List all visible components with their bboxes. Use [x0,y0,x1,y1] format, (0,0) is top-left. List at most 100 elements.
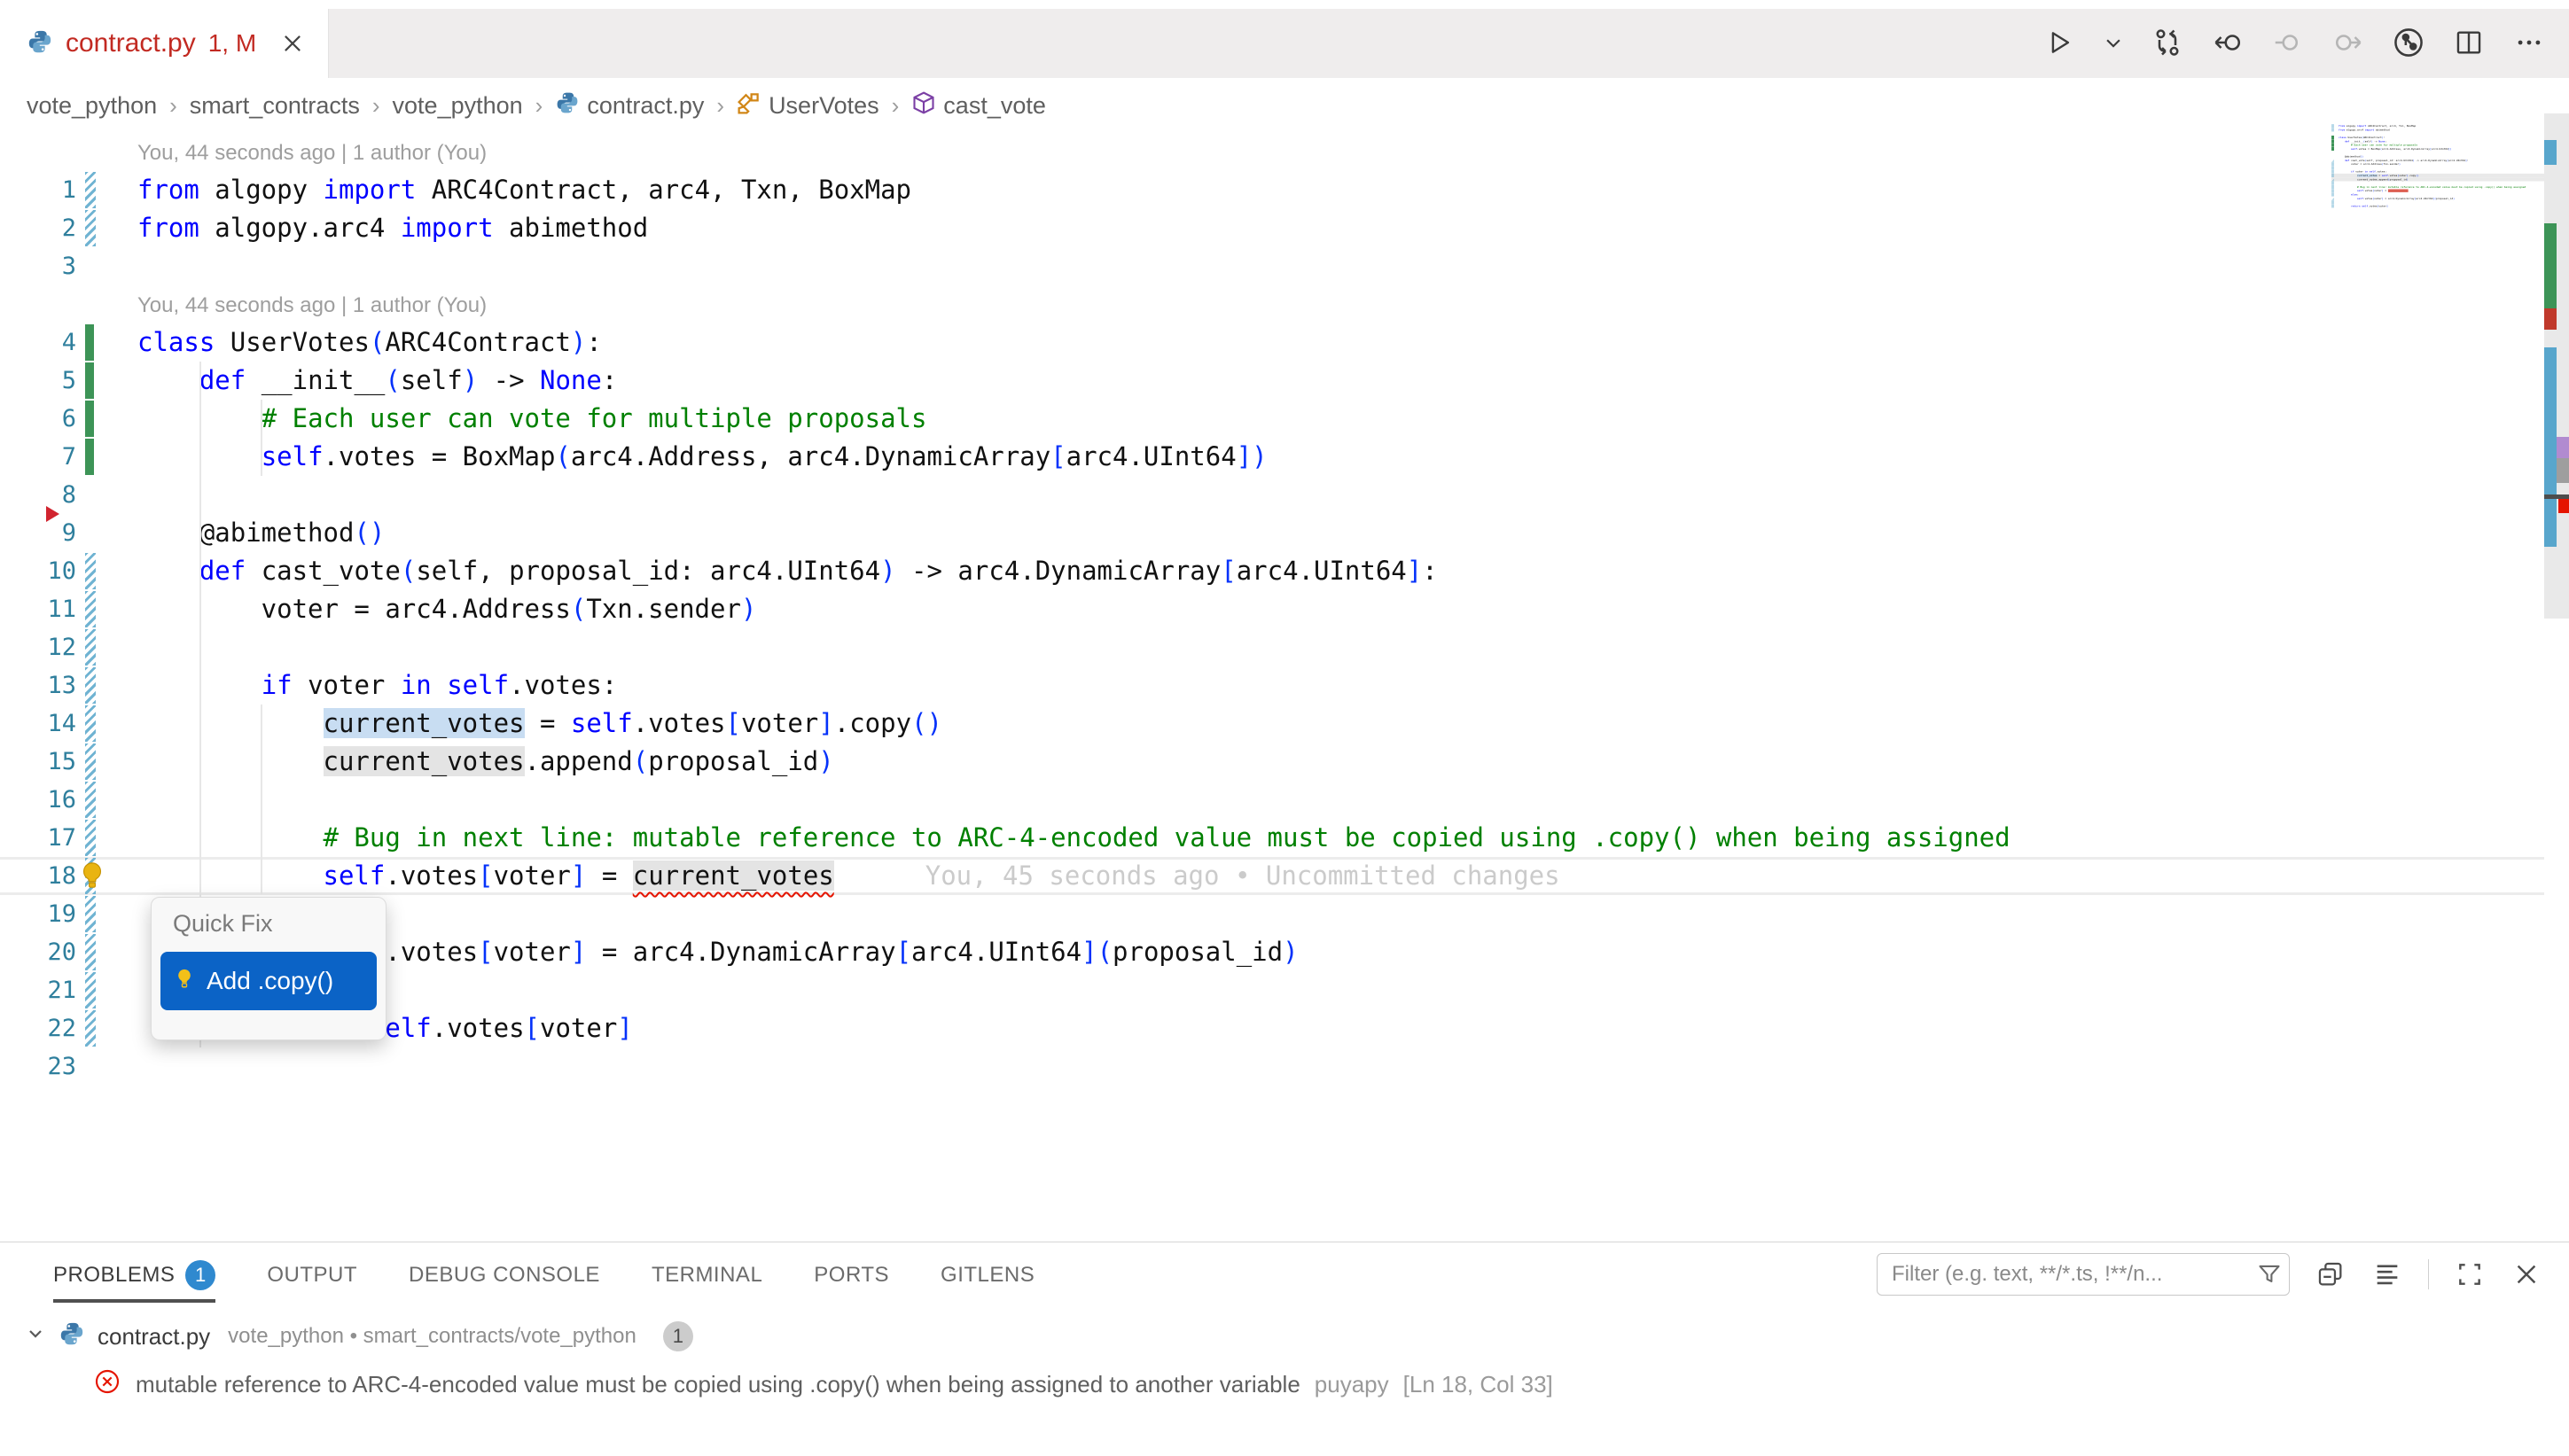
gutter-modified-indicator [85,1010,96,1047]
code-line[interactable]: 1from algopy import ARC4Contract, arc4, … [0,171,2544,209]
split-editor-icon[interactable] [2452,26,2486,59]
tab-contract-py[interactable]: contract.py 1, M [0,9,328,78]
line-number[interactable]: 10 [0,552,76,590]
code-line[interactable]: 16 [0,781,2544,819]
code-line[interactable]: 9 @abimethod() [0,514,2544,552]
line-number[interactable]: 3 [0,247,76,285]
panel-tab-label: PORTS [814,1263,889,1288]
minimap[interactable]: from algopy import ARC4Contract, arc4, T… [2331,124,2544,230]
tab-close-icon[interactable] [281,32,304,55]
code-line[interactable]: 13 if voter in self.votes: [0,666,2544,705]
code-text: def cast_vote(self, proposal_id: arc4.UI… [137,552,2544,590]
line-number[interactable]: 4 [0,323,76,362]
problems-filter-input[interactable] [1890,1261,2248,1288]
line-number[interactable]: 7 [0,438,76,476]
chevron-down-icon[interactable] [25,1323,46,1351]
panel-tab-problems[interactable]: PROBLEMS1 [53,1242,215,1303]
code-text: # Bug in next line: mutable reference to… [137,819,2544,857]
panel-tab-ports[interactable]: PORTS [814,1242,889,1303]
code-line[interactable]: 14 current_votes = self.votes[voter].cop… [0,705,2544,743]
line-number[interactable]: 11 [0,590,76,628]
error-icon [93,1367,121,1402]
quickfix-popup: Quick Fix Add .copy() [151,897,387,1040]
ruler-occurrence-mark [2557,458,2569,483]
breadcrumb-label: contract.py [587,92,704,120]
codelens-blame[interactable]: You, 44 seconds ago | 1 author (You) [0,285,2544,323]
filter-funnel-icon[interactable] [2257,1262,2282,1291]
maximize-panel-icon[interactable] [2454,1258,2486,1290]
codelens-text: You, 44 seconds ago | 1 author (You) [137,141,487,165]
code-line[interactable]: 7 self.votes = BoxMap(arc4.Address, arc4… [0,438,2544,476]
code-text: def __init__(self) -> None: [137,362,2544,400]
change-disabled-icon[interactable] [2271,26,2305,59]
panel-tab-gitlens[interactable]: GITLENS [941,1242,1035,1303]
code-line[interactable]: 11 voter = arc4.Address(Txn.sender) [0,590,2544,628]
code-line[interactable]: 5 def __init__(self) -> None: [0,362,2544,400]
codelens-blame[interactable]: You, 44 seconds ago | 1 author (You) [0,133,2544,171]
code-line[interactable]: 10 def cast_vote(self, proposal_id: arc4… [0,552,2544,590]
problem-message: mutable reference to ARC-4-encoded value… [136,1371,1300,1398]
next-change-icon[interactable] [2331,26,2365,59]
problem-row[interactable]: mutable reference to ARC-4-encoded value… [0,1363,1553,1405]
line-number[interactable]: 9 [0,514,76,552]
quickfix-action-add-copy[interactable]: Add .copy() [160,952,377,1010]
breadcrumb-item-contract.py[interactable]: contract.py [555,90,704,121]
scrollbar-overview-ruler[interactable] [2544,78,2569,1242]
code-line[interactable]: 17 # Bug in next line: mutable reference… [0,819,2544,857]
breadcrumb-item-cast_vote[interactable]: cast_vote [911,90,1046,121]
breadcrumb-item-UserVotes[interactable]: UserVotes [737,90,879,121]
line-number[interactable]: 16 [0,781,76,819]
panel-tab-output[interactable]: OUTPUT [267,1242,357,1303]
previous-change-icon[interactable] [2211,26,2245,59]
line-number[interactable]: 12 [0,628,76,666]
code-line[interactable]: 23 [0,1047,2544,1086]
quickfix-lightbulb-icon[interactable] [76,860,108,892]
problems-filter [1877,1253,2290,1296]
line-number[interactable]: 21 [0,971,76,1009]
problem-source: puyapy [1315,1371,1389,1398]
breadcrumb-item-vote_python[interactable]: vote_python [393,92,523,120]
code-line[interactable]: 18 self.votes[voter] = current_votesYou,… [0,857,2544,895]
compare-changes-icon[interactable] [2151,26,2184,59]
code-line[interactable]: 8 [0,476,2544,514]
line-number[interactable]: 17 [0,819,76,857]
line-number[interactable]: 14 [0,705,76,743]
panel-tab-debug-console[interactable]: DEBUG CONSOLE [409,1242,600,1303]
view-as-list-icon[interactable] [2371,1258,2403,1290]
problems-file-row[interactable]: contract.py vote_python • smart_contract… [0,1315,693,1358]
line-number[interactable]: 6 [0,400,76,438]
indent-guide [261,705,262,894]
panel-tab-terminal[interactable]: TERMINAL [652,1242,762,1303]
code-line[interactable]: 12 [0,628,2544,666]
code-line[interactable]: 15 current_votes.append(proposal_id) [0,743,2544,781]
panel-tab-label: TERMINAL [652,1263,762,1288]
breadcrumb-item-smart_contracts[interactable]: smart_contracts [190,92,360,120]
line-number[interactable]: 19 [0,895,76,933]
run-button[interactable] [2042,26,2076,59]
view-as-table-icon[interactable] [2315,1258,2346,1290]
gutter-modified-indicator [85,782,96,818]
breadcrumb-label: cast_vote [943,92,1046,120]
line-number[interactable]: 22 [0,1009,76,1047]
breadcrumb-item-vote_python[interactable]: vote_python [27,92,157,120]
more-actions-icon[interactable] [2512,26,2546,59]
line-number[interactable]: 8 [0,476,76,514]
code-line[interactable]: 6 # Each user can vote for multiple prop… [0,400,2544,438]
line-number[interactable]: 18 [0,857,76,895]
commit-graph-icon[interactable] [2392,26,2425,59]
code-line[interactable]: 3 [0,247,2544,285]
line-number[interactable]: 1 [0,171,76,209]
ruler-deleted-mark [2544,308,2557,330]
code-line[interactable]: 2from algopy.arc4 import abimethod [0,209,2544,247]
line-number[interactable]: 5 [0,362,76,400]
line-number[interactable]: 2 [0,209,76,247]
code-text: self.votes[voter] = current_votesYou, 45… [137,857,2544,895]
line-number[interactable]: 13 [0,666,76,705]
code-line[interactable]: 4class UserVotes(ARC4Contract): [0,323,2544,362]
lightbulb-icon [173,967,196,996]
close-panel-icon[interactable] [2510,1258,2542,1290]
run-dropdown-chevron-icon[interactable] [2103,26,2124,59]
line-number[interactable]: 23 [0,1047,76,1086]
line-number[interactable]: 20 [0,933,76,971]
line-number[interactable]: 15 [0,743,76,781]
